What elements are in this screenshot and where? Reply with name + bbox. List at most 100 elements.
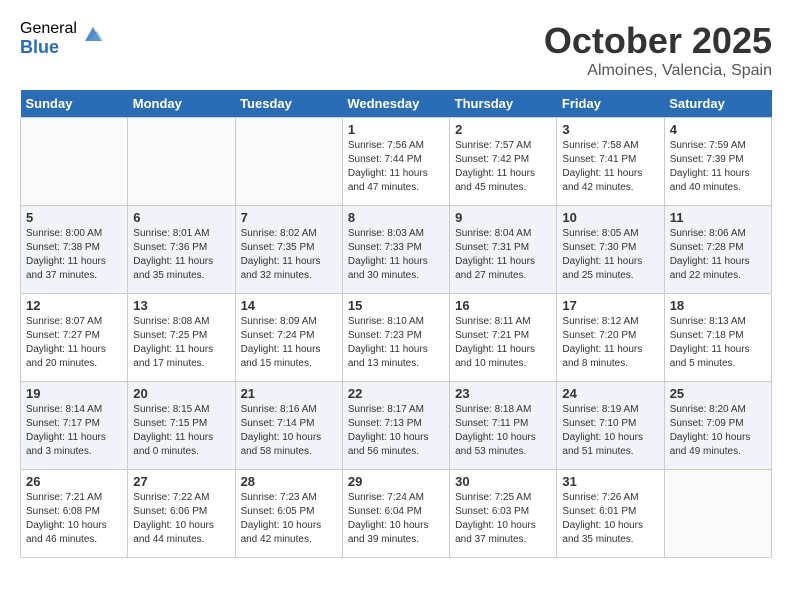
calendar-cell: 26 Sunrise: 7:21 AM Sunset: 6:08 PM Dayli… bbox=[21, 470, 128, 558]
day-number: 9 bbox=[455, 210, 551, 225]
calendar-cell: 22 Sunrise: 8:17 AM Sunset: 7:13 PM Dayli… bbox=[342, 382, 449, 470]
calendar-cell: 25Sunrise: 8:20 AM Sunset: 7:09 PM Dayli… bbox=[664, 382, 771, 470]
weekday-row: SundayMondayTuesdayWednesdayThursdayFrid… bbox=[21, 90, 772, 118]
calendar-cell: 29Sunrise: 7:24 AM Sunset: 6:04 PM Dayli… bbox=[342, 470, 449, 558]
day-number: 27 bbox=[133, 474, 229, 489]
day-info: Sunrise: 8:15 AM Sunset: 7:15 PM Dayligh… bbox=[133, 403, 229, 459]
calendar-cell: 30 Sunrise: 7:25 AM Sunset: 6:03 PM Dayli… bbox=[450, 470, 557, 558]
day-info: Sunrise: 8:02 AM Sunset: 7:35 PM Dayligh… bbox=[241, 227, 337, 283]
day-info: Sunrise: 7:25 AM Sunset: 6:03 PM Dayligh… bbox=[455, 491, 551, 547]
day-info: Sunrise: 8:05 AM Sunset: 7:30 PM Dayligh… bbox=[562, 227, 658, 283]
weekday-header: Friday bbox=[557, 90, 664, 118]
day-number: 26 bbox=[26, 474, 122, 489]
day-number: 18 bbox=[670, 298, 766, 313]
day-info: Sunrise: 8:16 AM Sunset: 7:14 PM Dayligh… bbox=[241, 403, 337, 459]
logo-icon bbox=[81, 23, 105, 47]
day-number: 28 bbox=[241, 474, 337, 489]
day-info: Sunrise: 8:17 AM Sunset: 7:13 PM Dayligh… bbox=[348, 403, 444, 459]
day-number: 6 bbox=[133, 210, 229, 225]
day-info: Sunrise: 8:04 AM Sunset: 7:31 PM Dayligh… bbox=[455, 227, 551, 283]
day-info: Sunrise: 8:11 AM Sunset: 7:21 PM Dayligh… bbox=[455, 315, 551, 371]
calendar-cell: 7 Sunrise: 8:02 AM Sunset: 7:35 PM Daylig… bbox=[235, 206, 342, 294]
day-info: Sunrise: 8:18 AM Sunset: 7:11 PM Dayligh… bbox=[455, 403, 551, 459]
day-number: 13 bbox=[133, 298, 229, 313]
day-number: 7 bbox=[241, 210, 337, 225]
day-info: Sunrise: 8:09 AM Sunset: 7:24 PM Dayligh… bbox=[241, 315, 337, 371]
calendar-cell: 20 Sunrise: 8:15 AM Sunset: 7:15 PM Dayli… bbox=[128, 382, 235, 470]
day-info: Sunrise: 7:24 AM Sunset: 6:04 PM Dayligh… bbox=[348, 491, 444, 547]
day-info: Sunrise: 8:08 AM Sunset: 7:25 PM Dayligh… bbox=[133, 315, 229, 371]
calendar-week-row: 26 Sunrise: 7:21 AM Sunset: 6:08 PM Dayli… bbox=[21, 470, 772, 558]
day-number: 10 bbox=[562, 210, 658, 225]
calendar-cell: 14Sunrise: 8:09 AM Sunset: 7:24 PM Dayli… bbox=[235, 294, 342, 382]
day-number: 16 bbox=[455, 298, 551, 313]
day-number: 24 bbox=[562, 386, 658, 401]
calendar-cell: 12 Sunrise: 8:07 AM Sunset: 7:27 PM Dayli… bbox=[21, 294, 128, 382]
calendar-cell: 16 Sunrise: 8:11 AM Sunset: 7:21 PM Dayli… bbox=[450, 294, 557, 382]
calendar-cell bbox=[21, 118, 128, 206]
calendar-cell: 1Sunrise: 7:56 AM Sunset: 7:44 PM Daylig… bbox=[342, 118, 449, 206]
calendar-week-row: 5Sunrise: 8:00 AM Sunset: 7:38 PM Daylig… bbox=[21, 206, 772, 294]
day-info: Sunrise: 7:57 AM Sunset: 7:42 PM Dayligh… bbox=[455, 139, 551, 195]
day-number: 2 bbox=[455, 122, 551, 137]
logo: General Blue bbox=[20, 20, 105, 57]
calendar-cell: 11 Sunrise: 8:06 AM Sunset: 7:28 PM Dayli… bbox=[664, 206, 771, 294]
location: Almoines, Valencia, Spain bbox=[544, 62, 772, 80]
calendar-cell bbox=[664, 470, 771, 558]
day-number: 19 bbox=[26, 386, 122, 401]
calendar-cell: 28 Sunrise: 7:23 AM Sunset: 6:05 PM Dayli… bbox=[235, 470, 342, 558]
logo-general: General bbox=[20, 20, 77, 38]
month-title: October 2025 bbox=[544, 20, 772, 62]
day-info: Sunrise: 7:26 AM Sunset: 6:01 PM Dayligh… bbox=[562, 491, 658, 547]
calendar-table: SundayMondayTuesdayWednesdayThursdayFrid… bbox=[20, 90, 772, 558]
day-number: 5 bbox=[26, 210, 122, 225]
weekday-header: Sunday bbox=[21, 90, 128, 118]
calendar-cell bbox=[128, 118, 235, 206]
day-info: Sunrise: 7:21 AM Sunset: 6:08 PM Dayligh… bbox=[26, 491, 122, 547]
calendar-week-row: 19Sunrise: 8:14 AM Sunset: 7:17 PM Dayli… bbox=[21, 382, 772, 470]
day-info: Sunrise: 8:19 AM Sunset: 7:10 PM Dayligh… bbox=[562, 403, 658, 459]
day-info: Sunrise: 7:56 AM Sunset: 7:44 PM Dayligh… bbox=[348, 139, 444, 195]
day-number: 30 bbox=[455, 474, 551, 489]
calendar-cell: 3 Sunrise: 7:58 AM Sunset: 7:41 PM Daylig… bbox=[557, 118, 664, 206]
day-number: 22 bbox=[348, 386, 444, 401]
calendar-cell: 15Sunrise: 8:10 AM Sunset: 7:23 PM Dayli… bbox=[342, 294, 449, 382]
calendar-cell: 21 Sunrise: 8:16 AM Sunset: 7:14 PM Dayli… bbox=[235, 382, 342, 470]
weekday-header: Thursday bbox=[450, 90, 557, 118]
day-number: 11 bbox=[670, 210, 766, 225]
day-info: Sunrise: 7:23 AM Sunset: 6:05 PM Dayligh… bbox=[241, 491, 337, 547]
day-number: 20 bbox=[133, 386, 229, 401]
day-info: Sunrise: 7:59 AM Sunset: 7:39 PM Dayligh… bbox=[670, 139, 766, 195]
calendar-cell: 8Sunrise: 8:03 AM Sunset: 7:33 PM Daylig… bbox=[342, 206, 449, 294]
calendar-cell: 17Sunrise: 8:12 AM Sunset: 7:20 PM Dayli… bbox=[557, 294, 664, 382]
day-number: 21 bbox=[241, 386, 337, 401]
calendar-cell: 24 Sunrise: 8:19 AM Sunset: 7:10 PM Dayli… bbox=[557, 382, 664, 470]
calendar-cell bbox=[235, 118, 342, 206]
day-number: 12 bbox=[26, 298, 122, 313]
day-info: Sunrise: 8:07 AM Sunset: 7:27 PM Dayligh… bbox=[26, 315, 122, 371]
calendar-cell: 6 Sunrise: 8:01 AM Sunset: 7:36 PM Daylig… bbox=[128, 206, 235, 294]
weekday-header: Monday bbox=[128, 90, 235, 118]
day-info: Sunrise: 8:06 AM Sunset: 7:28 PM Dayligh… bbox=[670, 227, 766, 283]
day-number: 31 bbox=[562, 474, 658, 489]
day-info: Sunrise: 8:03 AM Sunset: 7:33 PM Dayligh… bbox=[348, 227, 444, 283]
calendar-cell: 2 Sunrise: 7:57 AM Sunset: 7:42 PM Daylig… bbox=[450, 118, 557, 206]
day-number: 4 bbox=[670, 122, 766, 137]
page-header: General Blue October 2025 Almoines, Vale… bbox=[20, 20, 772, 80]
weekday-header: Wednesday bbox=[342, 90, 449, 118]
day-number: 3 bbox=[562, 122, 658, 137]
calendar-cell: 9 Sunrise: 8:04 AM Sunset: 7:31 PM Daylig… bbox=[450, 206, 557, 294]
day-info: Sunrise: 7:58 AM Sunset: 7:41 PM Dayligh… bbox=[562, 139, 658, 195]
calendar-cell: 19Sunrise: 8:14 AM Sunset: 7:17 PM Dayli… bbox=[21, 382, 128, 470]
calendar-cell: 10 Sunrise: 8:05 AM Sunset: 7:30 PM Dayli… bbox=[557, 206, 664, 294]
day-info: Sunrise: 8:01 AM Sunset: 7:36 PM Dayligh… bbox=[133, 227, 229, 283]
day-info: Sunrise: 8:12 AM Sunset: 7:20 PM Dayligh… bbox=[562, 315, 658, 371]
day-info: Sunrise: 8:13 AM Sunset: 7:18 PM Dayligh… bbox=[670, 315, 766, 371]
day-info: Sunrise: 8:10 AM Sunset: 7:23 PM Dayligh… bbox=[348, 315, 444, 371]
weekday-header: Saturday bbox=[664, 90, 771, 118]
day-info: Sunrise: 8:20 AM Sunset: 7:09 PM Dayligh… bbox=[670, 403, 766, 459]
calendar-cell: 13 Sunrise: 8:08 AM Sunset: 7:25 PM Dayli… bbox=[128, 294, 235, 382]
calendar-body: 1Sunrise: 7:56 AM Sunset: 7:44 PM Daylig… bbox=[21, 118, 772, 558]
title-section: October 2025 Almoines, Valencia, Spain bbox=[544, 20, 772, 80]
calendar-week-row: 1Sunrise: 7:56 AM Sunset: 7:44 PM Daylig… bbox=[21, 118, 772, 206]
